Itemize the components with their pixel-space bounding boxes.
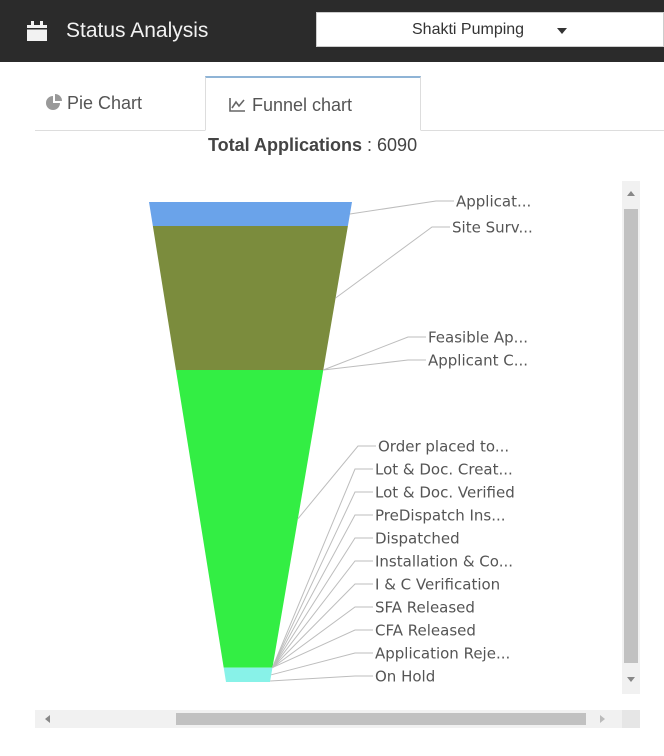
funnel-label: PreDispatch Ins... (375, 506, 506, 524)
horizontal-scrollbar[interactable] (35, 710, 622, 728)
funnel-label: Order placed to... (378, 437, 509, 455)
funnel-connector (271, 652, 373, 676)
horizontal-scroll-thumb[interactable] (176, 713, 586, 725)
funnel-connector (335, 226, 450, 299)
company-select-value: Shakti Pumping (412, 21, 525, 38)
funnel-label: Dispatched (375, 529, 460, 547)
funnel-chart: Applicat... Site Surv... Feasible Ap... App… (149, 192, 533, 685)
vertical-scroll-thumb[interactable] (624, 209, 638, 663)
tab-funnel-chart-label: Funnel chart (252, 95, 353, 115)
funnel-label: Installation & Co... (375, 552, 513, 570)
funnel-connector (349, 200, 454, 215)
total-applications-label: Total Applications (208, 135, 363, 155)
funnel-label: SFA Released (375, 598, 475, 616)
funnel-connector (270, 675, 373, 682)
pie-chart-icon (46, 94, 62, 110)
funnel-label: I & C Verification (375, 575, 500, 593)
funnel-segment[interactable] (149, 202, 352, 226)
company-select[interactable]: Shakti Pumping (316, 12, 664, 47)
funnel-connector (272, 583, 373, 668)
funnel-segment[interactable] (152, 226, 348, 370)
funnel-label: Lot & Doc. Verified (375, 483, 515, 501)
line-chart-icon (229, 98, 245, 112)
funnel-label: On Hold (375, 667, 435, 685)
funnel-label: Applicant C... (428, 351, 528, 369)
funnel-connector (297, 445, 376, 520)
total-applications: Total Applications : 6090 (208, 135, 417, 156)
funnel-label: Feasible Ap... (428, 328, 528, 346)
tab-pie-chart[interactable]: Pie Chart (35, 76, 203, 130)
funnel-label: CFA Released (375, 621, 476, 639)
funnel-label: Site Surv... (452, 218, 533, 236)
app-header: Status Analysis Shakti Pumping (0, 0, 664, 62)
tab-funnel-chart[interactable]: Funnel chart (205, 76, 421, 131)
funnel-label: Lot & Doc. Creat... (375, 460, 513, 478)
vertical-scrollbar[interactable] (622, 181, 640, 694)
funnel-label: Application Reje... (375, 644, 510, 662)
scroll-right-icon[interactable] (600, 715, 605, 723)
page-title: Status Analysis (66, 19, 209, 42)
total-separator: : (362, 135, 378, 155)
scroll-corner (622, 710, 640, 728)
calendar-icon (27, 21, 47, 41)
chart-tabs: Pie Chart Funnel chart (35, 76, 664, 131)
funnel-segment[interactable] (223, 667, 273, 682)
tab-pie-chart-label: Pie Chart (67, 93, 143, 113)
scroll-left-icon[interactable] (45, 715, 50, 723)
total-applications-value: 6090 (377, 135, 418, 155)
scroll-down-icon[interactable] (627, 677, 635, 682)
funnel-label: Applicat... (456, 192, 531, 210)
funnel-connector (323, 336, 426, 371)
scroll-up-icon[interactable] (627, 191, 635, 196)
funnel-connector (323, 359, 426, 371)
chevron-down-icon (557, 28, 567, 34)
